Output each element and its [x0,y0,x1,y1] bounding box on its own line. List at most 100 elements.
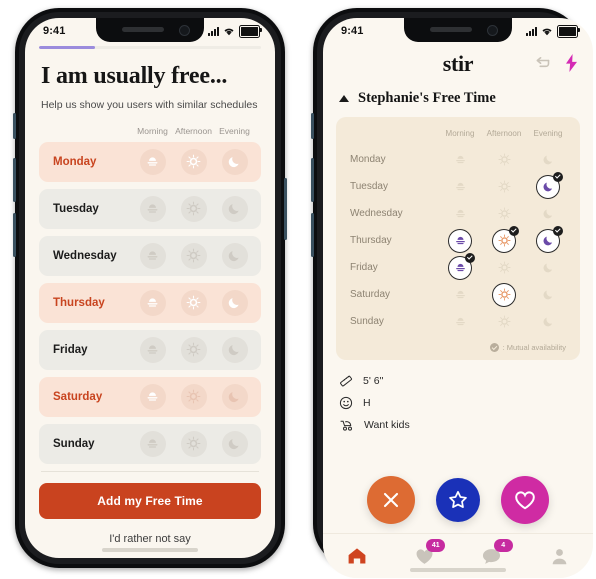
slot-afternoon[interactable] [173,242,214,269]
slot-chip-unselected[interactable] [139,242,166,269]
slot-morning[interactable] [132,242,173,269]
slot-morning[interactable] [132,195,173,222]
slot-chip-selected[interactable] [180,289,207,316]
slot-afternoon[interactable] [173,148,214,175]
moon-icon [543,236,552,246]
table-row[interactable]: Thursday [39,282,261,323]
slot-chip-unselected[interactable] [139,430,166,457]
grid-header-afternoon: Afternoon [486,129,522,138]
slot-group [438,252,570,279]
sunrise-icon [455,263,465,272]
table-row[interactable]: Sunday [39,423,261,464]
table-row[interactable]: Friday [39,329,261,370]
grid-cell-available [449,252,475,279]
left-volume-up-button [13,158,16,202]
day-label: Friday [350,262,378,273]
sunrise-icon [455,290,465,299]
table-row: Wednesday [346,200,570,227]
slot-group [132,195,255,222]
slot-afternoon[interactable] [173,195,214,222]
tab-likes[interactable]: 41 [391,538,459,566]
messages-badge: 4 [493,538,513,552]
slot-chip-unselected[interactable] [139,336,166,363]
slot-morning[interactable] [132,148,173,175]
table-row[interactable]: Monday [39,141,261,182]
slot-chip-unselected[interactable] [180,195,207,222]
slot-morning[interactable] [132,383,173,410]
slot-afternoon[interactable] [173,430,214,457]
day-label: Thursday [53,296,105,309]
slot-evening[interactable] [214,195,255,222]
sun-icon [497,153,511,166]
slot-chip-unselected[interactable] [221,195,248,222]
grid-header-evening: Evening [533,129,563,138]
tab-home[interactable] [323,547,391,565]
slot-chip-unselected[interactable] [180,383,207,410]
slot-chip-unselected[interactable] [221,430,248,457]
boost-bolt-icon[interactable] [564,54,579,72]
slot-evening[interactable] [214,242,255,269]
slot-chip-selected[interactable] [139,383,166,410]
moon-icon [543,209,552,219]
slot-chip-unselected[interactable] [180,336,207,363]
slot-afternoon[interactable] [173,383,214,410]
slot-chip-unselected[interactable] [221,336,248,363]
sunrise-icon [147,345,158,354]
like-button[interactable] [501,476,549,524]
grid-slot-evening [526,311,570,333]
moon-icon [543,182,552,192]
superlike-button[interactable] [436,478,480,522]
rather-not-say-link[interactable]: I'd rather not say [39,533,261,545]
slot-chip-selected[interactable] [180,148,207,175]
sunrise-icon [147,157,158,166]
slot-afternoon[interactable] [173,336,214,363]
swipe-action-bar [323,476,593,524]
table-row[interactable]: Wednesday [39,235,261,276]
home-indicator[interactable] [410,568,506,572]
day-label: Tuesday [350,181,388,192]
table-row[interactable]: Tuesday [39,188,261,229]
column-headers: Morning Afternoon Evening [39,126,255,136]
mutual-check-icon [553,225,563,236]
slot-morning[interactable] [132,289,173,316]
slot-evening[interactable] [214,289,255,316]
fact-kids-text: Want kids [364,419,410,431]
slot-chip-selected[interactable] [221,148,248,175]
slot-chip-unselected[interactable] [221,242,248,269]
home-indicator[interactable] [102,548,198,552]
slot-evening[interactable] [214,430,255,457]
slot-morning[interactable] [132,430,173,457]
sun-icon [186,248,201,263]
day-label: Monday [53,155,97,168]
slot-evening[interactable] [214,336,255,363]
slot-group [438,311,570,333]
moon-icon [543,290,552,300]
slot-chip-unselected[interactable] [139,195,166,222]
slot-evening[interactable] [214,383,255,410]
slot-group [438,149,570,171]
section-header[interactable]: Stephanie's Free Time [323,84,593,117]
right-volume-down-button [311,213,314,257]
table-row[interactable]: Saturday [39,376,261,417]
slot-evening[interactable] [214,148,255,175]
rewind-icon[interactable] [534,56,551,70]
nope-button[interactable] [367,476,415,524]
star-icon [449,491,467,509]
tab-messages[interactable]: 4 [458,538,526,566]
add-free-time-button[interactable]: Add my Free Time [39,482,261,519]
likes-badge: 41 [426,538,446,552]
slot-chip-unselected[interactable] [180,242,207,269]
availability-grid: Monday Tuesday Wednesday Thursday Friday [346,146,570,335]
slot-chip-unselected[interactable] [180,430,207,457]
wifi-icon [224,28,234,35]
slot-chip-selected[interactable] [139,289,166,316]
slot-morning[interactable] [132,336,173,363]
day-label: Wednesday [53,249,117,262]
slot-chip-unselected[interactable] [221,383,248,410]
slot-chip-selected[interactable] [221,289,248,316]
tab-profile[interactable] [526,547,594,566]
day-label: Thursday [350,235,392,246]
slot-afternoon[interactable] [173,289,214,316]
slot-chip-selected[interactable] [139,148,166,175]
fact-height: 5' 6" [339,370,593,392]
